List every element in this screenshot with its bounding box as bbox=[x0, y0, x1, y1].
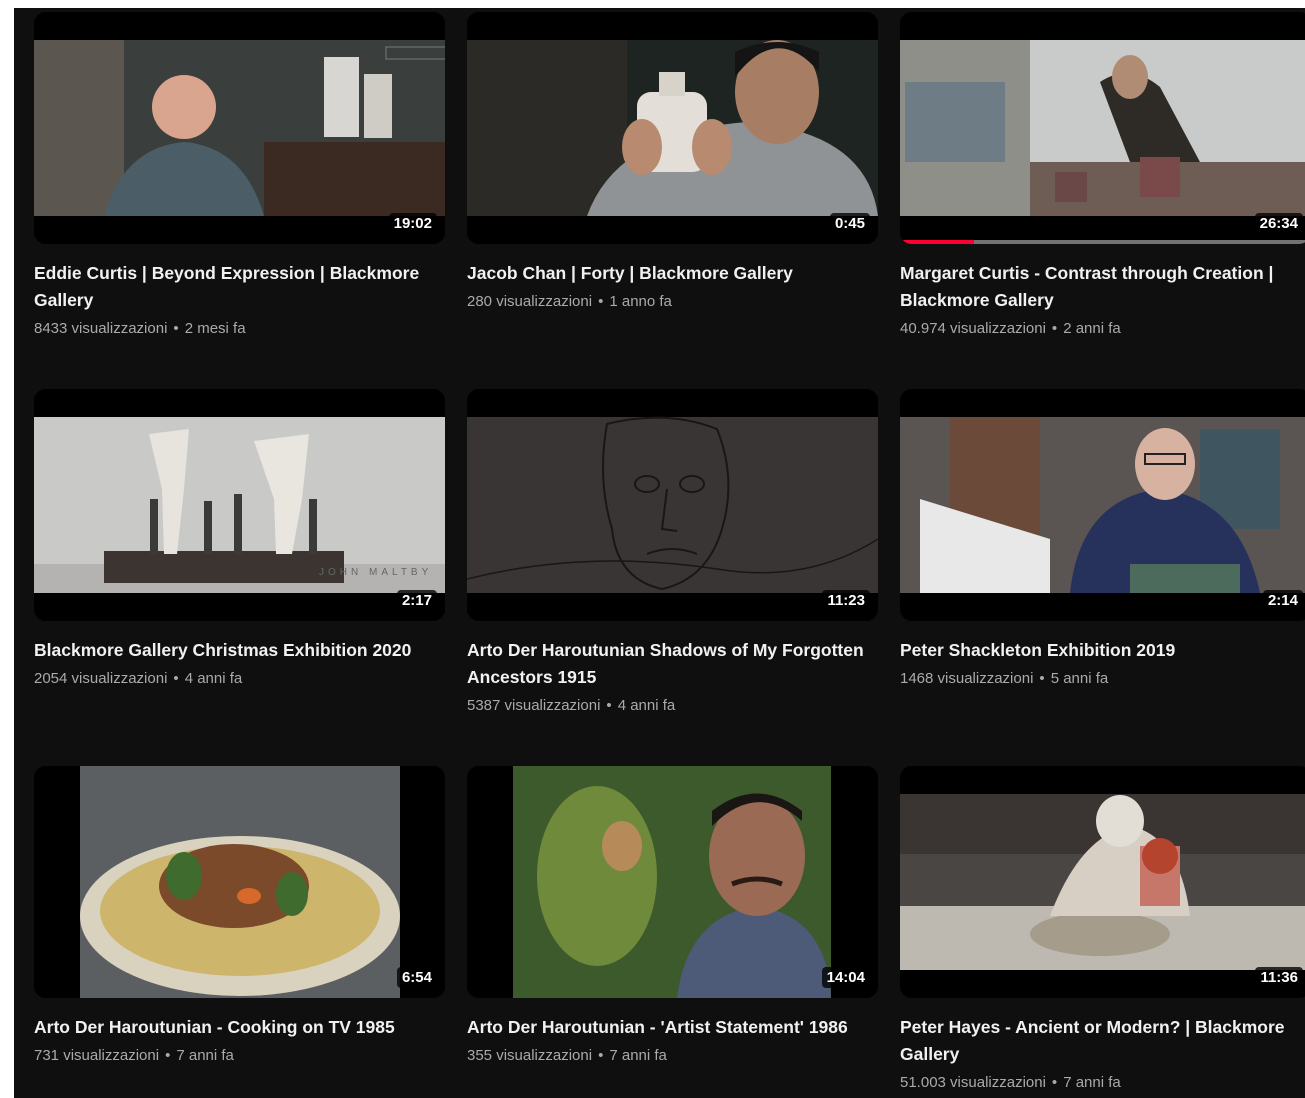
clay-workshop-thumbnail bbox=[900, 766, 1305, 998]
thumb-caption: JOHN MALTBY bbox=[319, 567, 433, 578]
duration-badge: 14:04 bbox=[821, 967, 870, 988]
video-thumbnail[interactable]: 26:34 bbox=[900, 12, 1305, 244]
meta-separator: • bbox=[165, 1047, 171, 1064]
duration-badge: 0:45 bbox=[829, 213, 870, 234]
page-top-edge bbox=[0, 0, 1305, 8]
watch-progress-fill bbox=[900, 240, 974, 244]
painting-man-thumbnail bbox=[467, 766, 878, 998]
upload-age: 4 anni fa bbox=[184, 670, 243, 687]
page-left-edge bbox=[0, 0, 14, 1098]
upload-age: 2 anni fa bbox=[1063, 320, 1121, 337]
view-count: 1468 visualizzazioni bbox=[900, 670, 1034, 687]
view-count: 5387 visualizzazioni bbox=[467, 697, 601, 714]
duration-badge: 2:14 bbox=[1262, 590, 1303, 611]
video-card[interactable]: 19:02 Eddie Curtis | Beyond Expression |… bbox=[34, 12, 445, 337]
view-count: 51.003 visualizzazioni bbox=[900, 1074, 1046, 1091]
upload-age: 4 anni fa bbox=[617, 697, 676, 714]
upload-age: 7 anni fa bbox=[176, 1047, 234, 1064]
video-thumbnail[interactable]: 14:04 bbox=[467, 766, 878, 998]
video-thumbnail[interactable]: 2:14 bbox=[900, 389, 1305, 621]
meta-separator: • bbox=[1039, 670, 1045, 687]
portrait-interview-thumbnail bbox=[34, 12, 445, 244]
meta-separator: • bbox=[598, 293, 604, 310]
video-meta: 1468 visualizzazioni • 5 anni fa bbox=[900, 670, 1305, 687]
view-count: 731 visualizzazioni bbox=[34, 1047, 160, 1064]
video-meta: 280 visualizzazioni • 1 anno fa bbox=[467, 293, 878, 310]
video-card[interactable]: 11:23 Arto Der Haroutunian Shadows of My… bbox=[467, 389, 878, 714]
view-count: 40.974 visualizzazioni bbox=[900, 320, 1046, 337]
pottery-studio-thumbnail bbox=[900, 12, 1305, 244]
video-thumbnail[interactable]: JOHN MALTBY 2:17 bbox=[34, 389, 445, 621]
couscous-dish-thumbnail bbox=[34, 766, 445, 998]
watch-progress-bar bbox=[900, 240, 1305, 244]
meta-separator: • bbox=[1051, 1074, 1058, 1091]
artist-studio-thumbnail bbox=[900, 389, 1305, 621]
sketch-face-thumbnail bbox=[467, 389, 878, 621]
video-title[interactable]: Arto Der Haroutunian - Cooking on TV 198… bbox=[34, 1014, 434, 1041]
meta-separator: • bbox=[173, 670, 179, 687]
meta-separator: • bbox=[606, 697, 612, 714]
video-title[interactable]: Arto Der Haroutunian Shadows of My Forgo… bbox=[467, 637, 867, 691]
video-meta: 5387 visualizzazioni • 4 anni fa bbox=[467, 697, 878, 714]
upload-age: 7 anni fa bbox=[609, 1047, 667, 1064]
duration-badge: 19:02 bbox=[388, 213, 437, 234]
video-card[interactable]: 0:45 Jacob Chan | Forty | Blackmore Gall… bbox=[467, 12, 878, 310]
meta-separator: • bbox=[598, 1047, 604, 1064]
video-title[interactable]: Jacob Chan | Forty | Blackmore Gallery bbox=[467, 260, 867, 287]
video-thumbnail[interactable]: 6:54 bbox=[34, 766, 445, 998]
video-title[interactable]: Peter Hayes - Ancient or Modern? | Black… bbox=[900, 1014, 1300, 1068]
video-meta: 355 visualizzazioni • 7 anni fa bbox=[467, 1047, 878, 1064]
video-title[interactable]: Arto Der Haroutunian - 'Artist Statement… bbox=[467, 1014, 867, 1041]
view-count: 355 visualizzazioni bbox=[467, 1047, 593, 1064]
video-card[interactable]: 2:14 Peter Shackleton Exhibition 2019 14… bbox=[900, 389, 1305, 687]
video-title[interactable]: Peter Shackleton Exhibition 2019 bbox=[900, 637, 1300, 664]
video-title[interactable]: Margaret Curtis - Contrast through Creat… bbox=[900, 260, 1300, 314]
video-thumbnail[interactable]: 11:36 bbox=[900, 766, 1305, 998]
view-count: 280 visualizzazioni bbox=[467, 293, 593, 310]
video-thumbnail[interactable]: 19:02 bbox=[34, 12, 445, 244]
duration-badge: 2:17 bbox=[396, 590, 437, 611]
video-card[interactable]: 26:34 Margaret Curtis - Contrast through… bbox=[900, 12, 1305, 337]
video-thumbnail[interactable]: 0:45 bbox=[467, 12, 878, 244]
video-title[interactable]: Eddie Curtis | Beyond Expression | Black… bbox=[34, 260, 434, 314]
upload-age: 7 anni fa bbox=[1063, 1074, 1121, 1091]
video-card[interactable]: 11:36 Peter Hayes - Ancient or Modern? |… bbox=[900, 766, 1305, 1091]
duration-badge: 26:34 bbox=[1254, 213, 1303, 234]
video-card[interactable]: 14:04 Arto Der Haroutunian - 'Artist Sta… bbox=[467, 766, 878, 1064]
video-meta: 2054 visualizzazioni • 4 anni fa bbox=[34, 670, 445, 687]
video-meta: 731 visualizzazioni • 7 anni fa bbox=[34, 1047, 445, 1064]
video-card[interactable]: 6:54 Arto Der Haroutunian - Cooking on T… bbox=[34, 766, 445, 1064]
duration-badge: 11:23 bbox=[822, 590, 870, 611]
meta-separator: • bbox=[1051, 320, 1058, 337]
video-meta: 51.003 visualizzazioni • 7 anni fa bbox=[900, 1074, 1305, 1091]
duration-badge: 11:36 bbox=[1255, 967, 1303, 988]
sculpture-display-thumbnail bbox=[34, 389, 445, 621]
video-meta: 8433 visualizzazioni • 2 mesi fa bbox=[34, 320, 445, 337]
ceramic-holding-thumbnail bbox=[467, 12, 878, 244]
upload-age: 2 mesi fa bbox=[184, 320, 246, 337]
video-meta: 40.974 visualizzazioni • 2 anni fa bbox=[900, 320, 1305, 337]
upload-age: 5 anni fa bbox=[1050, 670, 1109, 687]
view-count: 8433 visualizzazioni bbox=[34, 320, 168, 337]
meta-separator: • bbox=[173, 320, 179, 337]
video-thumbnail[interactable]: 11:23 bbox=[467, 389, 878, 621]
view-count: 2054 visualizzazioni bbox=[34, 670, 168, 687]
upload-age: 1 anno fa bbox=[609, 293, 672, 310]
video-card[interactable]: JOHN MALTBY 2:17 Blackmore Gallery Chris… bbox=[34, 389, 445, 687]
video-title[interactable]: Blackmore Gallery Christmas Exhibition 2… bbox=[34, 637, 434, 664]
duration-badge: 6:54 bbox=[396, 967, 437, 988]
